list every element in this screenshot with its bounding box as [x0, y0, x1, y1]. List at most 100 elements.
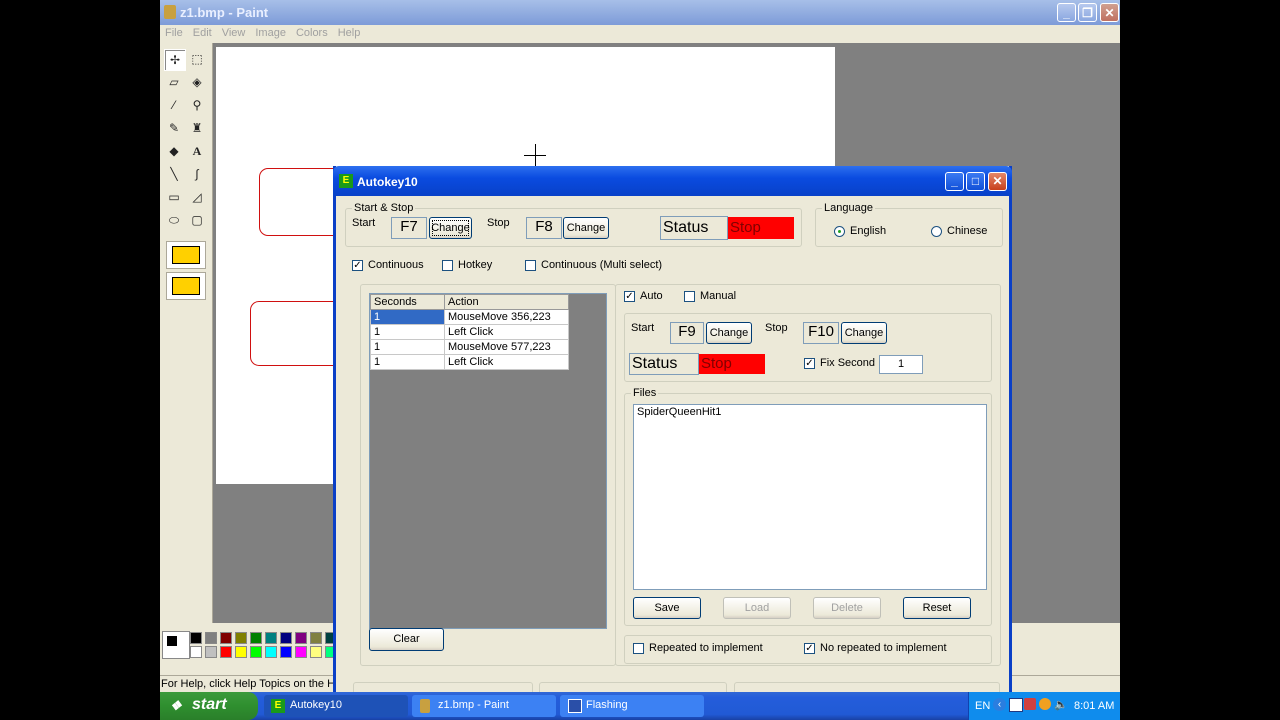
- menu-view[interactable]: View: [217, 25, 251, 39]
- menu-image[interactable]: Image: [250, 25, 291, 39]
- fix-second-input[interactable]: 1: [879, 355, 923, 374]
- menu-help[interactable]: Help: [333, 25, 366, 39]
- ellipse-icon[interactable]: ⬭: [164, 210, 184, 230]
- hotkey-checkbox[interactable]: [442, 260, 453, 271]
- eraser-icon[interactable]: ▱: [164, 72, 184, 92]
- col-header-seconds[interactable]: Seconds: [370, 294, 445, 310]
- change-start-button[interactable]: Change: [429, 217, 472, 239]
- minimize-icon[interactable]: _: [1057, 3, 1076, 22]
- restore-icon[interactable]: ❐: [1078, 3, 1097, 22]
- cell-action[interactable]: MouseMove 356,223: [444, 309, 569, 325]
- cell-action[interactable]: Left Click: [444, 354, 569, 370]
- files-listbox[interactable]: SpiderQueenHit1: [633, 404, 987, 590]
- palette-swatch[interactable]: [295, 646, 307, 658]
- text-icon[interactable]: A: [187, 141, 207, 161]
- palette-swatch[interactable]: [190, 632, 202, 644]
- polygon-icon[interactable]: ◿: [187, 187, 207, 207]
- rect-select-icon[interactable]: ⬚: [187, 49, 207, 69]
- record-change-start-button[interactable]: Change: [706, 322, 752, 344]
- cell-action[interactable]: MouseMove 577,223: [444, 339, 569, 355]
- cell-seconds[interactable]: 1: [370, 309, 445, 325]
- palette-swatch[interactable]: [310, 646, 322, 658]
- brush-icon[interactable]: ♜: [187, 118, 207, 138]
- repeated-checkbox[interactable]: [633, 643, 644, 654]
- palette-swatch[interactable]: [280, 646, 292, 658]
- change-stop-button[interactable]: Change: [563, 217, 609, 239]
- palette-swatch[interactable]: [310, 632, 322, 644]
- record-stop-hotkey-field[interactable]: F10: [803, 322, 839, 344]
- volume-icon[interactable]: 🔈: [1054, 698, 1068, 711]
- tool-option-opaque-icon[interactable]: [166, 241, 206, 269]
- menu-file[interactable]: File: [160, 25, 188, 39]
- palette-swatch[interactable]: [250, 646, 262, 658]
- palette-swatch[interactable]: [205, 632, 217, 644]
- airbrush-icon[interactable]: ◆: [164, 141, 184, 161]
- actions-grid[interactable]: Seconds Action 1 MouseMove 356,223 1 Left …: [369, 293, 607, 629]
- rounded-rect-icon[interactable]: ▢: [187, 210, 207, 230]
- free-select-icon[interactable]: ✢: [164, 49, 186, 71]
- palette-swatch[interactable]: [235, 632, 247, 644]
- cell-action[interactable]: Left Click: [444, 324, 569, 340]
- palette-swatch[interactable]: [265, 632, 277, 644]
- col-header-action[interactable]: Action: [444, 294, 569, 310]
- rectangle-icon[interactable]: ▭: [164, 187, 184, 207]
- manual-checkbox[interactable]: [684, 291, 695, 302]
- tool-option-transparent-icon[interactable]: [166, 272, 206, 300]
- tray-security-icon[interactable]: [1024, 698, 1036, 710]
- menu-edit[interactable]: Edit: [188, 25, 217, 39]
- no-repeated-checkbox[interactable]: ✓: [804, 643, 815, 654]
- reset-button[interactable]: Reset: [903, 597, 971, 619]
- record-start-hotkey-field[interactable]: F9: [670, 322, 704, 344]
- record-change-stop-button[interactable]: Change: [841, 322, 887, 344]
- autokey-title-bar[interactable]: E Autokey10 _ □ ✕: [333, 166, 1012, 196]
- task-autokey[interactable]: E Autokey10: [264, 695, 408, 717]
- fill-icon[interactable]: ◈: [187, 72, 207, 92]
- pencil-icon[interactable]: ✎: [164, 118, 184, 138]
- minimize-icon[interactable]: _: [945, 172, 964, 191]
- line-icon[interactable]: ╲: [164, 164, 184, 184]
- list-item[interactable]: SpiderQueenHit1: [634, 405, 986, 419]
- close-icon[interactable]: ✕: [988, 172, 1007, 191]
- start-hotkey-field[interactable]: F7: [391, 217, 427, 239]
- delete-button[interactable]: Delete: [813, 597, 881, 619]
- palette-swatch[interactable]: [205, 646, 217, 658]
- palette-swatch[interactable]: [280, 632, 292, 644]
- cell-seconds[interactable]: 1: [370, 354, 445, 370]
- stop-hotkey-field[interactable]: F8: [526, 217, 562, 239]
- table-row[interactable]: 1 MouseMove 577,223: [370, 339, 569, 355]
- clear-button[interactable]: Clear: [369, 628, 444, 651]
- save-button[interactable]: Save: [633, 597, 701, 619]
- language-indicator[interactable]: EN: [975, 700, 990, 712]
- close-icon[interactable]: ✕: [1100, 3, 1119, 22]
- cell-seconds[interactable]: 1: [370, 324, 445, 340]
- auto-checkbox[interactable]: ✓: [624, 291, 635, 302]
- table-row[interactable]: 1 MouseMove 356,223: [370, 309, 569, 325]
- palette-swatch[interactable]: [235, 646, 247, 658]
- table-row[interactable]: 1 Left Click: [370, 324, 569, 340]
- task-flashing[interactable]: Flashing: [560, 695, 704, 717]
- continuous-checkbox[interactable]: ✓: [352, 260, 363, 271]
- current-colors[interactable]: [162, 631, 190, 659]
- tray-arrow-icon[interactable]: ‹: [993, 698, 1006, 711]
- palette-swatch[interactable]: [265, 646, 277, 658]
- chinese-radio[interactable]: [931, 226, 942, 237]
- maximize-icon[interactable]: □: [966, 172, 985, 191]
- magnifier-icon[interactable]: ⚲: [187, 95, 207, 115]
- menu-colors[interactable]: Colors: [291, 25, 333, 39]
- palette-swatch[interactable]: [220, 646, 232, 658]
- load-button[interactable]: Load: [723, 597, 791, 619]
- curve-icon[interactable]: ∫: [187, 164, 207, 184]
- paint-title-bar[interactable]: z1.bmp - Paint _ ❐ ✕: [160, 0, 1120, 25]
- palette-swatch[interactable]: [190, 646, 202, 658]
- cell-seconds[interactable]: 1: [370, 339, 445, 355]
- palette-swatch[interactable]: [295, 632, 307, 644]
- continuous-multi-checkbox[interactable]: [525, 260, 536, 271]
- pick-color-icon[interactable]: ⁄: [164, 95, 184, 115]
- palette-swatch[interactable]: [250, 632, 262, 644]
- fix-second-checkbox[interactable]: ✓: [804, 358, 815, 369]
- start-button[interactable]: ❖ start: [160, 692, 258, 720]
- table-row[interactable]: 1 Left Click: [370, 354, 569, 370]
- tray-network-icon[interactable]: [1039, 698, 1051, 710]
- palette-swatch[interactable]: [220, 632, 232, 644]
- task-paint[interactable]: z1.bmp - Paint: [412, 695, 556, 717]
